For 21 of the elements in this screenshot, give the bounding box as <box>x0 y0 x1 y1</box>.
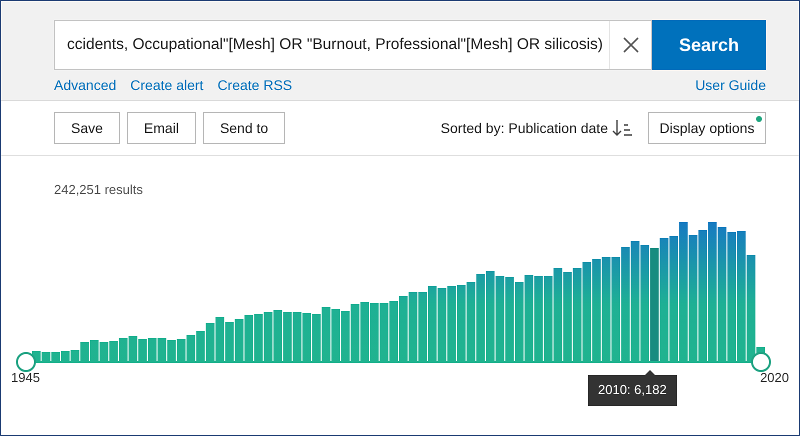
results-count: 242,251 results <box>54 182 143 197</box>
search-link[interactable]: Create alert <box>130 75 204 96</box>
search-link[interactable]: Create RSS <box>217 75 292 96</box>
search-field[interactable]: ccidents, Occupational"[Mesh] OR "Burnout, Professional"[Mesh] OR silicosis) <box>54 20 652 70</box>
sort-icon <box>612 119 632 137</box>
tooltip-pointer-icon <box>645 370 655 374</box>
close-icon <box>622 36 640 54</box>
display-options-button[interactable]: Display options <box>648 112 766 144</box>
search-input[interactable]: ccidents, Occupational"[Mesh] OR "Burnout, Professional"[Mesh] OR silicosis) <box>67 33 609 57</box>
search-button[interactable]: Search <box>652 20 766 70</box>
help-link[interactable]: User Guide <box>695 75 766 96</box>
action-button[interactable]: Save <box>54 112 120 144</box>
sort-button[interactable]: Sorted by: Publication date <box>440 118 632 138</box>
tooltip: 2010: 6,182 <box>588 374 677 406</box>
slider-handle[interactable] <box>16 352 36 372</box>
start-year-label: 1945 <box>11 368 40 386</box>
action-button[interactable]: Send to <box>202 112 286 144</box>
search-link[interactable]: Advanced <box>54 75 116 96</box>
end-year-label: 2020 <box>760 368 789 386</box>
slider-handle[interactable] <box>751 352 771 372</box>
action-button[interactable]: Email <box>126 112 196 144</box>
